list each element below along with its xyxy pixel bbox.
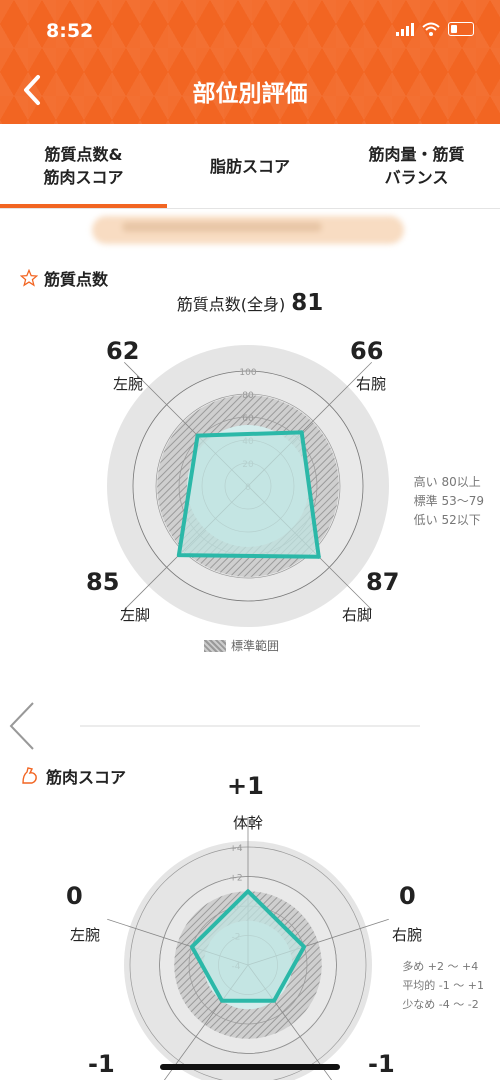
quality-legend: 高い 80以上 標準 53〜79 低い 52以下	[414, 473, 484, 530]
right-arm-score: 66	[350, 337, 384, 365]
axis-tick-label: 0	[233, 903, 239, 913]
trunk-score: +1	[227, 772, 264, 800]
home-indicator	[160, 1064, 340, 1070]
standard-range-label: 標準範囲	[231, 639, 280, 653]
whole-body-label: 筋質点数(全身)	[176, 295, 286, 314]
muscle-quality-heading: 筋質点数	[20, 266, 108, 290]
legend-standard: 標準 53〜79	[413, 494, 484, 508]
axis-line	[247, 361, 373, 487]
status-icons	[396, 22, 474, 36]
inner-area	[203, 920, 293, 1010]
axis-tick-label: -4	[232, 962, 241, 972]
tab-fat-score[interactable]: 脂肪スコア	[167, 124, 333, 208]
grid-ring	[218, 935, 278, 995]
inner-area	[187, 425, 309, 547]
legend-average: 平均的 -1 〜 +1	[402, 979, 484, 992]
active-tab-indicator	[0, 204, 167, 208]
status-time: 8:52	[46, 20, 94, 42]
outer-ring	[124, 841, 372, 1080]
axis-tick-label: 60	[242, 414, 254, 424]
data-point	[195, 433, 200, 438]
axis-tick-label: +4	[229, 844, 243, 854]
left-leg-muscle-score: -1	[88, 1050, 115, 1078]
grid-ring	[224, 462, 272, 510]
trunk-label: 体幹	[233, 814, 264, 832]
grid-ring	[201, 439, 295, 533]
outer-ring	[107, 345, 389, 627]
data-polygon	[176, 430, 321, 559]
signal-icon	[396, 22, 414, 36]
left-arm-muscle-label: 左腕	[70, 926, 101, 944]
axis-line	[163, 964, 249, 1080]
page-title: 部位別評価	[192, 81, 308, 107]
axis-tick-label: 100	[239, 368, 256, 378]
left-leg-score: 85	[86, 568, 120, 596]
grid-ring	[178, 416, 318, 556]
section-title: 筋質点数	[44, 270, 109, 289]
axis-line	[247, 485, 373, 611]
muscle-score-legend: 多め +2 〜 +4 平均的 -1 〜 +1 少なめ -4 〜 -2	[402, 957, 484, 1014]
grid-ring	[159, 876, 337, 1054]
grid-ring	[188, 905, 308, 1025]
hatch-swatch	[204, 639, 226, 652]
legend-more: 多め +2 〜 +4	[402, 960, 479, 973]
right-arm-muscle-label: 右腕	[392, 926, 423, 944]
previous-button[interactable]	[6, 700, 38, 752]
battery-icon	[448, 22, 474, 36]
left-arm-muscle-score: 0	[66, 882, 83, 910]
standard-range-band	[174, 891, 322, 1039]
whole-body-value: 81	[291, 290, 324, 316]
axis-tick-label: 40	[242, 437, 254, 447]
axis-tick-label: -2	[232, 933, 241, 943]
tab-muscle-balance[interactable]: 筋肉量・筋質 バランス	[333, 124, 500, 208]
tab-bar: 筋質点数& 筋肉スコア 脂肪スコア 筋肉量・筋質 バランス	[0, 124, 500, 209]
tab-muscle-quality[interactable]: 筋質点数& 筋肉スコア	[0, 124, 167, 208]
muscle-score-heading: 筋肉スコア	[20, 764, 126, 788]
axis-line	[247, 918, 389, 966]
standard-range-legend: 標準範囲	[204, 637, 279, 654]
right-leg-muscle-score: -1	[368, 1050, 395, 1078]
chevron-left-icon	[9, 702, 34, 750]
app-header: 8:52 部位別評価	[0, 0, 500, 124]
right-leg-score: 87	[366, 568, 400, 596]
right-arm-muscle-score: 0	[399, 882, 416, 910]
axis-tick-label: +2	[229, 874, 242, 884]
left-arm-label: 左腕	[113, 375, 144, 393]
whole-body-score: 筋質点数(全身) 81	[0, 290, 500, 316]
data-point	[176, 553, 181, 558]
legend-less: 少なめ -4 〜 -2	[402, 998, 479, 1011]
data-point	[316, 554, 321, 559]
axis-line	[247, 964, 333, 1080]
axis-tick-label: 20	[242, 460, 254, 470]
flexed-arm-icon	[22, 767, 37, 784]
axis-line	[107, 918, 249, 966]
left-arm-score: 62	[106, 337, 140, 365]
standard-range-band	[157, 395, 339, 577]
star-icon	[20, 269, 38, 287]
wifi-icon	[422, 22, 440, 36]
right-leg-label: 右脚	[342, 606, 373, 624]
legend-low: 低い 52以下	[413, 513, 481, 527]
right-arm-label: 右腕	[356, 375, 387, 393]
legend-high: 高い 80以上	[413, 475, 481, 489]
data-point	[299, 430, 304, 435]
grid-ring	[159, 876, 337, 1054]
axis-tick-label: 80	[242, 391, 254, 401]
axis-line	[123, 485, 249, 611]
redacted-text	[92, 216, 404, 244]
divider	[80, 725, 420, 727]
section-title: 筋肉スコア	[46, 768, 127, 787]
grid-ring	[129, 846, 367, 1080]
data-polygon	[189, 889, 307, 1003]
left-leg-label: 左脚	[120, 606, 151, 624]
axis-tick-label: 0	[245, 483, 251, 493]
grid-ring	[155, 393, 341, 579]
grid-ring	[132, 370, 364, 602]
